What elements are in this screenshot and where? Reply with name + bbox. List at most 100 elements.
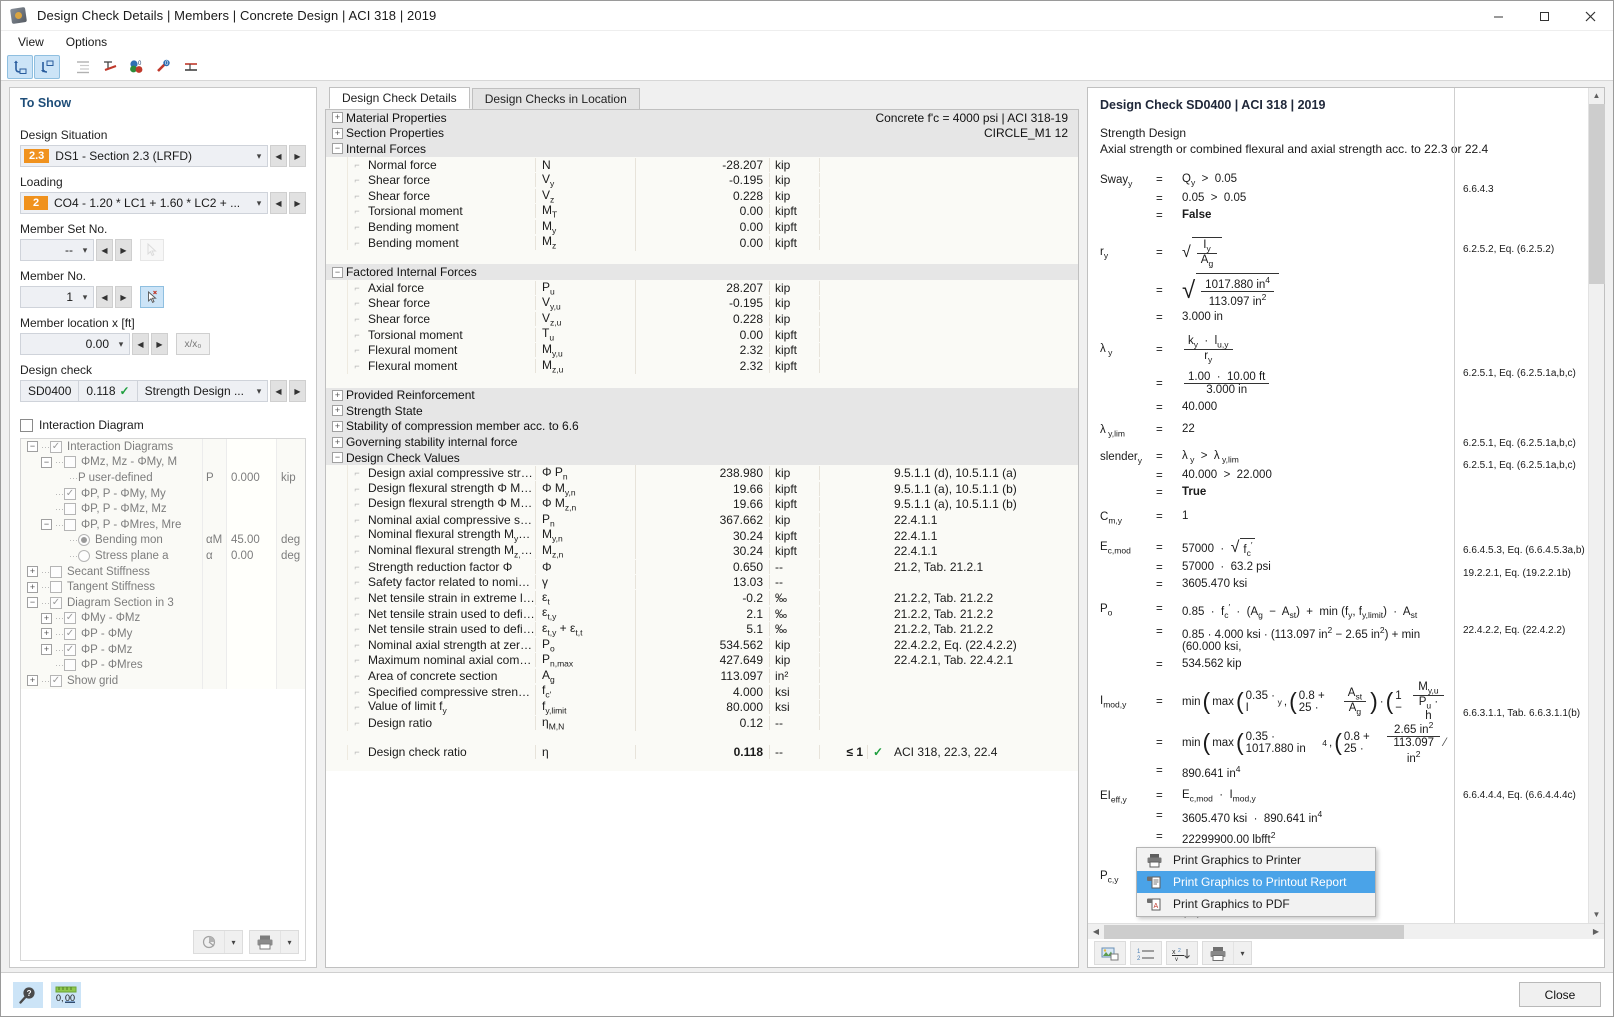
table-row[interactable]: ⌐ Bending moment Mz 0.00 kipft: [325, 234, 1078, 251]
printer-icon[interactable]: [1203, 942, 1233, 964]
chevron-down-icon[interactable]: ▾: [113, 339, 129, 350]
table-row[interactable]: ⌐ Shear force Vy -0.195 kip: [325, 171, 1078, 189]
design-situation-next-button[interactable]: ▶: [288, 145, 306, 167]
table-row[interactable]: ⌐ Net tensile strain used to define a ten…: [325, 621, 1078, 638]
loading-next-button[interactable]: ▶: [288, 192, 306, 214]
interaction-diagram-tree[interactable]: − ··· ✓ Interaction Diagrams − ··· ΦMz, Mz - Φ…: [20, 438, 306, 961]
tree-item[interactable]: − ··· ΦP, P - ΦMres, Mre: [21, 516, 305, 533]
formula-horizontal-scrollbar[interactable]: ◀ ▶: [1088, 923, 1604, 939]
table-row[interactable]: ⌐ Bending moment My 0.00 kipft: [325, 218, 1078, 236]
tree-value[interactable]: [226, 563, 277, 580]
image-export-icon[interactable]: [1095, 942, 1125, 964]
table-row[interactable]: ⌐ Safety factor related to nominal streng…: [325, 574, 1078, 591]
table-row[interactable]: ⌐ Design axial compressive strength of me…: [325, 465, 1078, 482]
expander-icon[interactable]: +: [27, 581, 38, 593]
member-no-next-button[interactable]: ▶: [115, 286, 132, 308]
table-row[interactable]: ⌐ Design flexural strength Φ My,n at sect…: [325, 480, 1078, 498]
tree-item[interactable]: ··· ✓ ΦP, P - ΦMy, My: [21, 485, 305, 502]
tree-value[interactable]: [226, 454, 277, 471]
table-group-header[interactable]: + Governing stability internal force: [325, 434, 1078, 450]
interaction-diagram-checkbox-row[interactable]: Interaction Diagram: [20, 418, 306, 432]
tree-value[interactable]: [226, 439, 277, 455]
menu-options[interactable]: Options: [57, 33, 116, 51]
design-check-combo[interactable]: SD0400 0.118 ✓ Strength Design ... ▾: [20, 380, 268, 402]
expander-icon[interactable]: +: [331, 420, 343, 432]
chevron-down-icon[interactable]: ▾: [279, 931, 298, 953]
table-row[interactable]: ⌐ Net tensile strain in extreme layer of …: [325, 589, 1078, 607]
chevron-down-icon[interactable]: ▾: [223, 931, 242, 953]
tree-value[interactable]: [226, 641, 277, 658]
units-ruler-icon[interactable]: 0, 00: [51, 981, 81, 1008]
tree-value[interactable]: [226, 594, 277, 611]
relative-location-toggle-button[interactable]: x/x₀: [176, 333, 210, 355]
chevron-down-icon[interactable]: ▾: [1233, 942, 1251, 964]
scroll-up-icon[interactable]: ▲: [1589, 88, 1604, 104]
scroll-down-icon[interactable]: ▼: [1589, 907, 1604, 923]
tree-checkbox[interactable]: [64, 518, 76, 531]
tree-checkbox[interactable]: [50, 581, 62, 594]
table-row[interactable]: ⌐ Maximum nominal axial compressive stren…: [325, 652, 1078, 669]
loading-combo[interactable]: 2 CO4 - 1.20 * LC1 + 1.60 * LC2 + ... ▾: [20, 192, 268, 214]
design-check-prev-button[interactable]: ◀: [269, 380, 287, 402]
expander-icon[interactable]: −: [27, 597, 38, 609]
tree-item[interactable]: ··· Bending mon αM 45.00 deg: [21, 532, 305, 549]
view-options-split-button[interactable]: ▾: [192, 930, 243, 954]
expander-icon[interactable]: +: [41, 628, 52, 640]
tree-value[interactable]: [226, 626, 277, 642]
tree-value[interactable]: [226, 501, 277, 517]
context-menu-item-print-to-printer[interactable]: Print Graphics to Printer: [1137, 849, 1375, 871]
member-set-combo[interactable]: -- ▾: [20, 239, 94, 261]
help-magnifier-icon[interactable]: ?: [13, 981, 43, 1008]
expander-icon[interactable]: −: [41, 456, 52, 468]
tree-checkbox[interactable]: [50, 565, 62, 578]
expander-icon[interactable]: +: [331, 405, 343, 417]
chevron-down-icon[interactable]: ▾: [251, 151, 267, 162]
tree-item[interactable]: + ··· Tangent Stiffness: [21, 579, 305, 595]
table-row[interactable]: ⌐ Net tensile strain used to define a com…: [325, 605, 1078, 622]
expander-icon[interactable]: +: [331, 127, 343, 139]
table-row[interactable]: ⌐ Axial force Pu 28.207 kip: [325, 279, 1078, 296]
print-graphics-split-button[interactable]: ▾: [1202, 941, 1252, 965]
table-row[interactable]: ⌐ Specified compressive strength of concr…: [325, 683, 1078, 700]
table-row[interactable]: ⌐ Shear force Vy,u -0.195 kip: [325, 295, 1078, 312]
formula-vertical-scrollbar[interactable]: ▲ ▼: [1588, 88, 1605, 923]
table-row[interactable]: ⌐ Area of concrete section Ag 113.097 in²: [325, 667, 1078, 685]
member-info-icon[interactable]: 0: [151, 55, 177, 79]
loading-prev-button[interactable]: ◀: [269, 192, 287, 214]
node-info-icon[interactable]: 0: [124, 55, 150, 79]
table-row[interactable]: ⌐ Nominal axial strength at zero eccentri…: [325, 636, 1078, 653]
expander-icon[interactable]: −: [331, 143, 343, 155]
table-row[interactable]: ⌐ Flexural moment Mz,u 2.32 kipft: [325, 357, 1078, 374]
chevron-down-icon[interactable]: ▾: [251, 198, 267, 209]
tree-checkbox[interactable]: ✓: [64, 627, 76, 640]
chevron-down-icon[interactable]: ▾: [251, 386, 267, 397]
tree-body[interactable]: − ··· ✓ Interaction Diagrams − ··· ΦMz, Mz - Φ…: [21, 439, 305, 924]
table-row[interactable]: ⌐ Shear force Vz 0.228 kip: [325, 187, 1078, 204]
member-location-prev-button[interactable]: ◀: [132, 333, 149, 355]
chevron-down-icon[interactable]: ▾: [77, 245, 93, 256]
expander-icon[interactable]: +: [27, 566, 38, 578]
member-location-combo[interactable]: 0.00 ▾: [20, 333, 130, 355]
table-row[interactable]: ⌐ Design flexural strength Φ Mz,n at sect…: [325, 496, 1078, 513]
tree-value[interactable]: [226, 657, 277, 673]
close-window-button[interactable]: [1567, 1, 1613, 31]
table-row[interactable]: ⌐ Nominal axial compressive strength of m…: [325, 511, 1078, 529]
numbering-button[interactable]: 12: [1130, 941, 1162, 965]
vscroll-thumb[interactable]: [1589, 104, 1605, 284]
minimize-button[interactable]: [1475, 1, 1521, 31]
tree-value[interactable]: [226, 672, 277, 689]
table-body[interactable]: + Material Properties Concrete f'c = 4000 …: [325, 110, 1078, 772]
expander-icon[interactable]: +: [331, 112, 343, 124]
hscroll-thumb[interactable]: [1104, 924, 1404, 939]
expander-icon[interactable]: −: [41, 519, 52, 531]
export-image-button[interactable]: [1094, 941, 1126, 965]
tree-checkbox[interactable]: [64, 503, 76, 516]
interaction-diagram-checkbox[interactable]: [20, 418, 33, 432]
tree-checkbox[interactable]: [64, 659, 76, 672]
tree-radio[interactable]: [78, 549, 90, 562]
tree-item[interactable]: − ··· ΦMz, Mz - ΦMy, M: [21, 454, 305, 471]
context-menu-item-print-to-pdf[interactable]: A Print Graphics to PDF: [1137, 893, 1375, 915]
tree-checkbox[interactable]: ✓: [64, 612, 76, 625]
table-row[interactable]: ⌐ Flexural moment My,u 2.32 kipft: [325, 341, 1078, 359]
expander-icon[interactable]: −: [27, 441, 38, 453]
